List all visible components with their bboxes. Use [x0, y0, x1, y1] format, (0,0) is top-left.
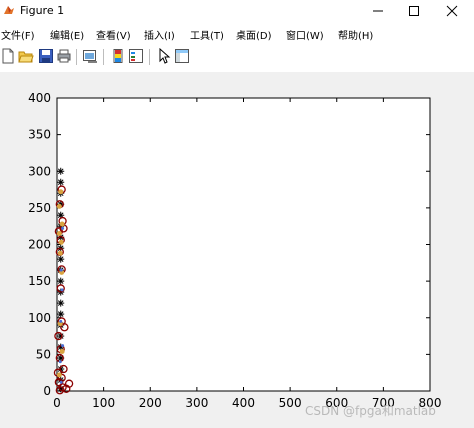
menu-edit[interactable]: 编辑(E) — [50, 27, 84, 42]
dot-marker — [59, 268, 63, 272]
menu-file[interactable]: 文件(F) — [1, 27, 35, 42]
y-tick-label: 150 — [28, 274, 51, 288]
scatter-plot[interactable]: 0 100 200 300 400 500 600 700 800050100150200250… — [0, 72, 474, 428]
new-figure-icon[interactable] — [0, 48, 16, 64]
x-tick-label: 100 — [92, 396, 115, 410]
toolbar-separator — [103, 49, 104, 65]
menu-desktop[interactable]: 桌面(D) — [236, 27, 272, 42]
filled-circle-marker — [56, 203, 62, 209]
dot-marker — [61, 226, 65, 230]
figure-toolbar — [0, 44, 474, 70]
toolbar-separator — [76, 49, 77, 65]
open-file-icon[interactable] — [18, 48, 34, 64]
window-titlebar: Figure 1 — [0, 0, 474, 22]
menu-insert[interactable]: 插入(I) — [144, 27, 175, 42]
dot-marker — [60, 288, 64, 292]
plot-area — [56, 97, 431, 392]
filled-circle-marker — [57, 250, 63, 256]
close-button[interactable] — [436, 0, 468, 22]
filled-circle-marker — [58, 189, 64, 195]
filled-circle-marker — [56, 231, 62, 237]
minimize-button[interactable] — [362, 0, 394, 22]
maximize-button[interactable] — [398, 0, 430, 22]
y-tick-label: 350 — [28, 128, 51, 142]
menu-view[interactable]: 查看(V) — [96, 27, 131, 42]
x-tick-label: 500 — [279, 396, 302, 410]
minimize-icon — [373, 10, 383, 12]
save-icon[interactable] — [38, 48, 54, 64]
x-tick-label: 0 — [53, 396, 61, 410]
x-tick-label: 300 — [185, 396, 208, 410]
y-tick-label: 250 — [28, 201, 51, 215]
y-tick-label: 400 — [28, 91, 51, 105]
legend-icon[interactable] — [128, 48, 144, 64]
menu-window[interactable]: 窗口(W) — [286, 27, 324, 42]
x-tick-label: 200 — [139, 396, 162, 410]
menu-tools[interactable]: 工具(T) — [190, 27, 224, 42]
menu-help[interactable]: 帮助(H) — [338, 27, 373, 42]
colorbar-icon[interactable] — [110, 48, 126, 64]
close-icon — [446, 5, 458, 17]
y-tick-label: 50 — [36, 347, 51, 361]
matlab-icon — [4, 6, 14, 14]
dot-marker — [58, 360, 62, 364]
y-tick-label: 100 — [28, 311, 51, 325]
y-tick-label: 300 — [28, 164, 51, 178]
filled-circle-marker — [56, 372, 62, 378]
filled-circle-marker — [58, 239, 64, 245]
y-tick-label: 200 — [28, 238, 51, 252]
filled-circle-marker — [59, 348, 65, 354]
link-plot-icon[interactable] — [82, 48, 98, 64]
y-tick-label: 0 — [43, 384, 51, 398]
edit-plot-icon[interactable] — [156, 48, 172, 64]
maximize-icon — [409, 6, 419, 16]
property-inspector-icon[interactable] — [174, 48, 190, 64]
dot-marker — [59, 380, 63, 384]
dot-marker — [59, 319, 63, 323]
menu-bar: 文件(F) 编辑(E) 查看(V) 插入(I) 工具(T) 桌面(D) 窗口(W… — [0, 24, 474, 42]
print-icon[interactable] — [56, 48, 72, 64]
filled-circle-marker — [59, 221, 65, 227]
x-tick-label: 400 — [232, 396, 255, 410]
watermark: CSDN @fpga和matlab — [305, 404, 436, 418]
window-title: Figure 1 — [20, 4, 65, 17]
dot-marker — [61, 344, 65, 348]
toolbar-separator — [149, 49, 150, 65]
